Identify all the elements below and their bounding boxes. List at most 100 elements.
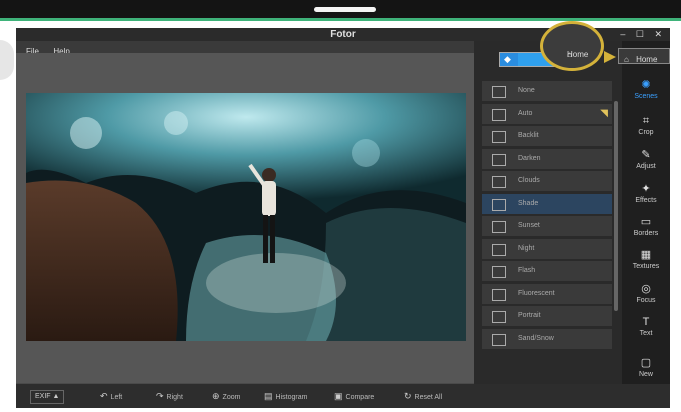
photo-canvas [16, 53, 474, 383]
toolbar-item-adjust[interactable]: ✎ Adjust [622, 149, 670, 171]
tool-right[interactable]: ↷ Right [156, 390, 183, 402]
flash-icon [492, 266, 506, 278]
toolbar-item-crop[interactable]: ⌗ Crop [622, 115, 670, 137]
callout-arrow [604, 51, 616, 63]
right-toolbar: ✺ Scenes ⌗ Crop ✎ Adjust ✦ Effects ▭ Borders ▦ Text… [622, 41, 670, 407]
compare-icon: ▣ [334, 391, 343, 401]
toolbar-item-scenes[interactable]: ✺ Scenes [622, 79, 670, 101]
borders-icon: ▭ [640, 216, 652, 228]
bottom-toolbar: EXIF ▲ ↶ Left ↷ Right ⊕ Zoom ▤ Histogram ▣ Compar… [16, 384, 670, 408]
scene-item[interactable]: Sunset [482, 216, 612, 237]
side-handle [0, 40, 14, 80]
focus-icon: ◎ [641, 283, 651, 295]
window-controls: – ☐ ✕ [612, 28, 662, 41]
toolbar-item-focus[interactable]: ◎ Focus [622, 283, 670, 305]
toolbar-item-effects[interactable]: ✦ Effects [622, 183, 670, 205]
device-top-bar [0, 0, 681, 18]
reset-icon: ↻ [404, 391, 412, 401]
scene-item[interactable]: None [482, 81, 612, 102]
toolbar-item-label: Scenes [634, 93, 658, 100]
backlit-icon [492, 131, 506, 143]
histogram-icon: ▤ [264, 391, 273, 401]
scenes-icon: ✺ [641, 79, 651, 91]
photo-image [26, 93, 466, 341]
toolbar-item-new[interactable]: ▢ New [622, 357, 670, 379]
tool-label: Compare [345, 394, 375, 401]
scene-item-label: Sand/Snow [518, 334, 554, 342]
text-icon: T [642, 316, 650, 328]
tool-label: Zoom [222, 394, 241, 401]
toolbar-item-textures[interactable]: ▦ Textures [622, 249, 670, 271]
scene-item-label: Portrait [518, 312, 541, 319]
home-label: Home [567, 50, 589, 59]
scene-item-label: Shade [518, 199, 539, 207]
scene-item[interactable]: Fluorescent [482, 283, 612, 305]
ice-cave-photo [26, 93, 466, 341]
scene-item[interactable]: Clouds [482, 171, 612, 192]
tool-left[interactable]: ↶ Left [100, 390, 122, 402]
tool-label: Histogram [275, 394, 308, 401]
home-callout[interactable]: ⌂ Home [618, 48, 670, 64]
clouds-icon [492, 176, 506, 188]
scene-item[interactable]: Sand/Snow [482, 328, 612, 350]
toolbar-item-label: Borders [633, 230, 659, 237]
exif-button[interactable]: EXIF ▲ [30, 390, 65, 404]
accent-line [0, 18, 681, 21]
home-callout-label: Home [636, 55, 658, 64]
fluorescent-icon [492, 288, 506, 301]
toolbar-item-label: Effects [635, 197, 657, 204]
scene-item[interactable]: Auto ◥ [482, 103, 612, 125]
portrait-icon [492, 311, 506, 323]
minimize-button[interactable]: – [620, 29, 625, 39]
auto-icon [492, 108, 506, 121]
shade-icon [492, 198, 506, 211]
scene-item-label: Sunset [518, 222, 540, 229]
rotate-right-icon: ↷ [156, 391, 164, 401]
toolbar-item-borders[interactable]: ▭ Borders [622, 216, 670, 238]
scene-list-scrollbar[interactable] [614, 101, 618, 311]
toolbar-item-label: Focus [636, 297, 656, 304]
home-button-highlighted[interactable]: ⌂ Home [540, 21, 604, 71]
scene-item-label: None [518, 87, 535, 94]
scene-item-label: Backlit [518, 132, 539, 139]
toolbar-item-text[interactable]: T Text [622, 316, 670, 338]
tool-compare[interactable]: ▣ Compare [334, 390, 374, 402]
close-button[interactable]: ✕ [654, 29, 662, 39]
darken-icon [492, 153, 506, 166]
scene-item[interactable]: Flash [482, 261, 612, 282]
scene-item[interactable]: Night [482, 238, 612, 260]
premium-tag-icon: ◥ [600, 107, 608, 119]
effects-icon: ✦ [641, 183, 651, 195]
night-icon [492, 243, 506, 256]
tool-label: Right [166, 394, 183, 401]
textures-icon: ▦ [640, 249, 652, 261]
adjust-icon: ✎ [641, 149, 651, 161]
scenes-panel: ◆ None Auto ◥ Backlit Darken Clouds Shade Sunse… [474, 41, 622, 384]
menu-bar: File Help [16, 41, 476, 56]
scene-item[interactable]: Portrait [482, 306, 612, 327]
scene-item-label: Flash [518, 267, 536, 274]
tool-label: Left [110, 394, 123, 401]
tool-zoom[interactable]: ⊕ Zoom [212, 390, 240, 402]
toolbar-item-label: Adjust [636, 163, 656, 170]
scene-item[interactable]: Backlit [482, 126, 612, 147]
sand-snow-icon [492, 333, 506, 346]
scene-item[interactable]: Darken [482, 148, 612, 170]
maximize-button[interactable]: ☐ [636, 29, 644, 39]
sunset-icon [492, 221, 506, 233]
scene-item-label: Darken [518, 154, 541, 162]
fotor-window: Fotor – ☐ ✕ File Help ◆ None Auto ◥ Back… [16, 28, 670, 408]
scene-item-label: Night [518, 244, 535, 252]
tool-reset-all[interactable]: ↻ Reset All [404, 390, 442, 402]
toolbar-item-label: Crop [638, 129, 654, 136]
zoom-icon: ⊕ [212, 391, 220, 401]
toolbar-item-label: Textures [632, 263, 660, 270]
scene-item[interactable]: Shade [482, 193, 612, 215]
tool-histogram[interactable]: ▤ Histogram [264, 390, 307, 402]
diamond-icon: ◆ [504, 54, 511, 64]
new-icon: ▢ [640, 357, 652, 369]
toolbar-item-label: Text [639, 330, 653, 337]
scene-item-label: Auto [518, 109, 533, 117]
crop-icon: ⌗ [642, 115, 650, 127]
none-icon [492, 86, 506, 98]
